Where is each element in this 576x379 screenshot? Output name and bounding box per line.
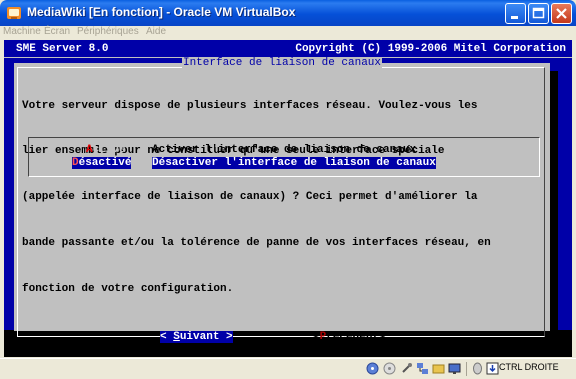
window-title: MediaWiki [En fonction] - Oracle VM Virt… (27, 5, 296, 19)
usb-icon[interactable] (400, 362, 413, 375)
console-background: SME Server 8.0 Copyright (C) 1999-2006 M… (4, 40, 572, 343)
cd-icon[interactable] (383, 362, 396, 375)
option-tag-disabled-selected[interactable]: Désactivé (72, 157, 132, 169)
option-label-disabled-selected[interactable]: Désactiver l'interface de liaison de can… (152, 157, 436, 169)
vm-screen[interactable]: SME Server 8.0 Copyright (C) 1999-2006 M… (4, 40, 572, 357)
description-line: fonction de votre configuration. (22, 283, 234, 296)
menubar: Machine Écran Périphériques Aide (0, 26, 576, 39)
close-icon (556, 8, 567, 19)
statusbar: CTRL DROITE (0, 358, 576, 379)
window-titlebar[interactable]: MediaWiki [En fonction] - Oracle VM Virt… (0, 0, 576, 26)
dialog-description: Votre serveur dispose de plusieurs inter… (22, 68, 547, 328)
virtualbox-icon (7, 7, 21, 19)
maximize-button[interactable] (528, 3, 549, 24)
close-button[interactable] (551, 3, 572, 24)
bonding-dialog: Interface de liaison de canaux Votre ser… (14, 57, 550, 343)
dialog-shadow-right (550, 71, 558, 338)
previous-button[interactable]: <Précédent> (313, 331, 386, 343)
maximize-icon (532, 7, 545, 19)
menu-aide[interactable]: Aide (146, 26, 166, 37)
display-icon[interactable] (448, 362, 461, 375)
description-line: Votre serveur dispose de plusieurs inter… (22, 99, 478, 112)
status-separator (466, 362, 467, 376)
next-button[interactable]: < Suivant > (160, 331, 233, 343)
header-product: SME Server 8.0 (16, 43, 109, 55)
hard-disk-icon[interactable] (366, 362, 379, 375)
option-tag-active[interactable]: Activé (86, 144, 126, 156)
minimize-icon (511, 16, 518, 19)
menu-machine[interactable]: Machine (3, 26, 41, 37)
menu-peripheriques[interactable]: Périphériques (77, 26, 139, 37)
mouse-icon[interactable] (471, 362, 484, 375)
option-label-active[interactable]: Activer l'interface de liaison de canaux (152, 144, 416, 156)
shared-folder-icon[interactable] (432, 362, 445, 375)
header-copyright: Copyright (C) 1999-2006 Mitel Corporatio… (295, 43, 566, 55)
description-line: bande passante et/ou la tolérence de pan… (22, 237, 491, 250)
minimize-button[interactable] (505, 3, 526, 24)
description-line: (appelée interface de liaison de canaux)… (22, 191, 478, 204)
keyboard-icon[interactable] (486, 362, 499, 375)
host-key-label: CTRL DROITE (499, 362, 559, 372)
menu-ecran[interactable]: Écran (44, 26, 70, 37)
network-icon[interactable] (416, 362, 429, 375)
